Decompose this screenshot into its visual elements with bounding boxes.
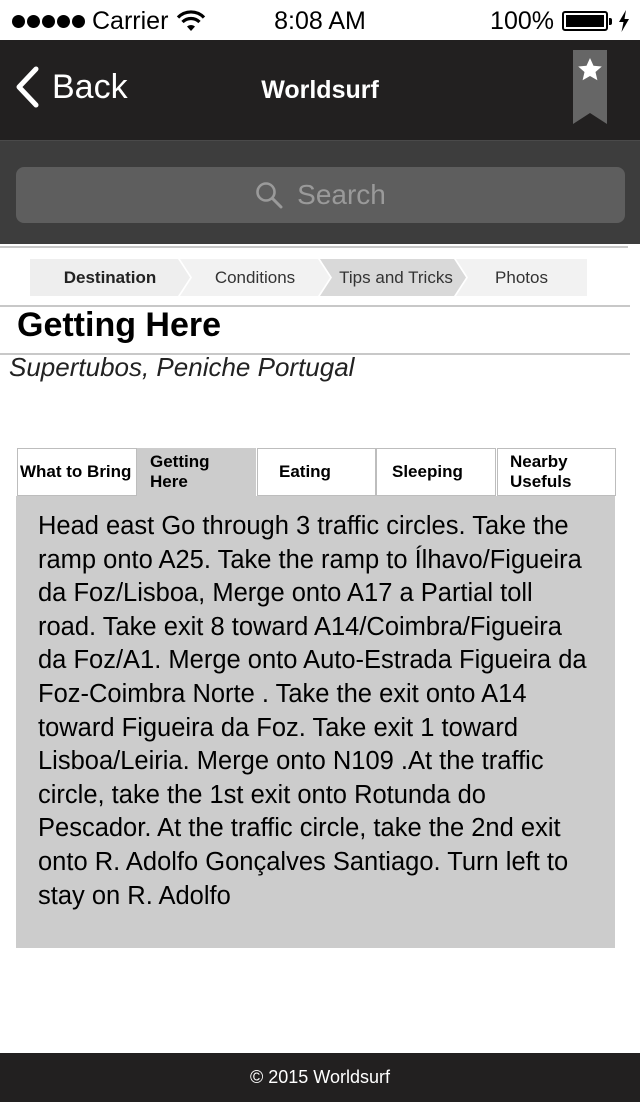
search-placeholder: Search <box>297 179 386 210</box>
step-label: Destination <box>63 267 157 287</box>
tab-getting-here[interactable]: Getting Here <box>137 448 256 496</box>
search-region: Search <box>0 140 640 244</box>
copyright-text: © 2015 Worldsurf <box>250 1067 390 1087</box>
navigation-bar: Back Worldsurf <box>0 40 640 140</box>
tab-what-to-bring[interactable]: What to Bring <box>17 448 137 496</box>
step-conditions[interactable]: Conditions <box>180 259 330 296</box>
bolt-icon <box>619 10 629 32</box>
step-photos[interactable]: Photos <box>456 259 587 296</box>
footer: © 2015 Worldsurf <box>0 1053 640 1102</box>
tab-label: Getting Here <box>150 452 210 491</box>
step-label: Photos <box>495 267 548 287</box>
step-tips-and-tricks[interactable]: Tips and Tricks <box>320 259 466 296</box>
back-button[interactable]: Back <box>14 64 128 110</box>
status-right: 100% <box>490 6 630 36</box>
step-label: Conditions <box>214 267 296 287</box>
search-icon <box>256 182 283 209</box>
battery-percentage: 100% <box>490 6 554 35</box>
back-label: Back <box>52 67 128 106</box>
step-navigation: Destination Conditions Tips and Tricks P… <box>30 259 587 296</box>
tab-label: What to Bring <box>20 462 132 481</box>
directions-text: Head east Go through 3 traffic circles. … <box>38 512 587 910</box>
status-bar: Carrier 8:08 AM 100% <box>0 0 640 40</box>
tab-label: Sleeping <box>392 462 463 481</box>
chevron-left-icon <box>16 66 39 108</box>
tab-nearby-usefuls[interactable]: Nearby Usefuls <box>497 448 616 496</box>
tab-label: Nearby Usefuls <box>510 452 572 491</box>
tab-label: Eating <box>279 462 331 481</box>
battery-icon <box>562 11 612 31</box>
step-label: Tips and Tricks <box>339 267 453 287</box>
directions-panel[interactable]: Head east Go through 3 traffic circles. … <box>16 496 615 948</box>
divider <box>0 246 628 248</box>
tab-sleeping[interactable]: Sleeping <box>376 448 496 496</box>
tab-eating[interactable]: Eating <box>257 448 376 496</box>
bookmark-star-icon[interactable] <box>573 50 607 124</box>
search-input[interactable]: Search <box>16 167 625 223</box>
step-destination[interactable]: Destination <box>30 259 190 296</box>
page-subtitle: Supertubos, Peniche Portugal <box>9 352 355 382</box>
page-title: Getting Here <box>17 306 222 344</box>
tab-bar: What to Bring Getting Here Eating Sleepi… <box>17 448 616 496</box>
